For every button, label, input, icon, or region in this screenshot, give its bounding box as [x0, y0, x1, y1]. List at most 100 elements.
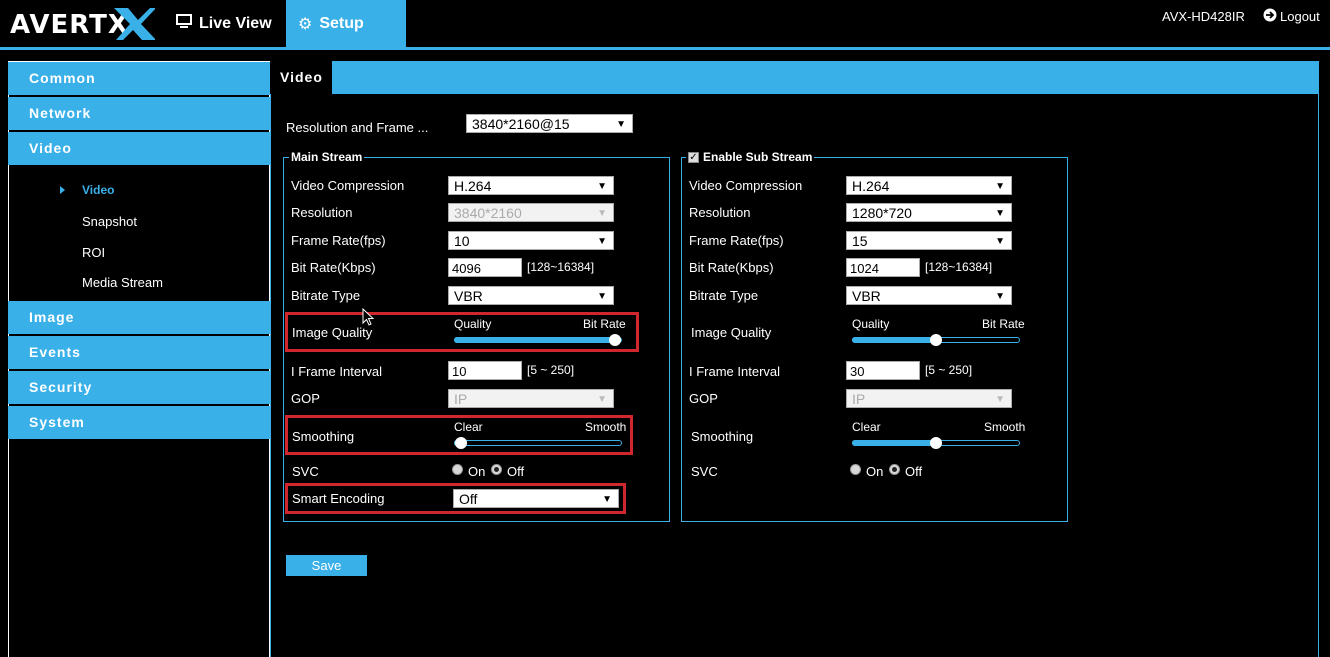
- dropdown-arrow-icon: ▼: [616, 119, 626, 130]
- sub-bit-rate-label: Bit Rate(Kbps): [689, 260, 774, 275]
- sub-svc-on-radio[interactable]: [850, 464, 861, 475]
- main-iframe-input[interactable]: 10: [448, 361, 522, 380]
- dropdown-arrow-icon: ▼: [597, 236, 607, 247]
- main-svc-on-radio[interactable]: [452, 464, 463, 475]
- sidebar-item-label: System: [29, 414, 85, 430]
- avertx-logo: AVERTX: [10, 4, 156, 44]
- sub-frame-rate-select[interactable]: 15 ▼: [846, 231, 1012, 250]
- sub-svc-on-label: On: [866, 464, 884, 479]
- sidebar-item-security[interactable]: Security: [8, 371, 270, 404]
- logout-button[interactable]: Logout: [1263, 8, 1320, 25]
- sidebar-item-video[interactable]: Video: [8, 132, 270, 165]
- select-value: 1280*720: [852, 205, 912, 221]
- select-value: Off: [459, 491, 478, 507]
- sidebar-item-image[interactable]: Image: [8, 301, 270, 334]
- sub-gop-select: IP ▼: [846, 389, 1012, 408]
- sub-bitrate-type-select[interactable]: VBR ▼: [846, 286, 1012, 305]
- tab-live-view[interactable]: Live View: [166, 0, 284, 47]
- dropdown-arrow-icon: ▼: [995, 291, 1005, 302]
- sub-gop-label: GOP: [689, 391, 718, 406]
- main-frame-rate-label: Frame Rate(fps): [291, 233, 386, 248]
- select-value: 3840*2160: [454, 205, 522, 221]
- main-resolution-label: Resolution: [291, 205, 353, 220]
- sub-smoothing-slider[interactable]: [852, 437, 1020, 449]
- device-model: AVX-HD428IR: [1162, 9, 1245, 24]
- sidebar-item-label: Network: [29, 105, 92, 121]
- sidebar-subitem-video[interactable]: Video: [82, 183, 114, 197]
- sub-video-compression-select[interactable]: H.264 ▼: [846, 176, 1012, 195]
- sub-smoothing-min-label: Clear: [852, 420, 881, 434]
- main-smart-encoding-label: Smart Encoding: [292, 491, 385, 506]
- slider-knob[interactable]: [930, 437, 942, 449]
- resolution-frame-value: 3840*2160@15: [472, 116, 570, 132]
- slider-fill: [454, 337, 614, 343]
- select-value: H.264: [454, 178, 492, 194]
- tab-live-view-label: Live View: [199, 14, 272, 32]
- main-video-compression-select[interactable]: H.264 ▼: [448, 176, 614, 195]
- main-bit-rate-label: Bit Rate(Kbps): [291, 260, 376, 275]
- sub-frame-rate-label: Frame Rate(fps): [689, 233, 784, 248]
- main-bit-rate-input[interactable]: 4096: [448, 258, 522, 277]
- dropdown-arrow-icon: ▼: [597, 181, 607, 192]
- dropdown-arrow-icon: ▼: [597, 208, 607, 219]
- main-resolution-select: 3840*2160 ▼: [448, 203, 614, 222]
- main-frame-rate-select[interactable]: 10 ▼: [448, 231, 614, 250]
- main-image-quality-min-label: Quality: [454, 317, 492, 331]
- slider-fill: [852, 337, 935, 343]
- sub-resolution-select[interactable]: 1280*720 ▼: [846, 203, 1012, 222]
- main-smoothing-slider[interactable]: [454, 437, 622, 449]
- sidebar-item-common[interactable]: Common: [8, 62, 270, 95]
- sub-image-quality-min-label: Quality: [852, 317, 890, 331]
- enable-sub-stream-label: Enable Sub Stream: [703, 150, 813, 164]
- tab-setup[interactable]: ⚙ Setup: [286, 0, 406, 48]
- sidebar-item-label: Security: [29, 379, 93, 395]
- sidebar-item-network[interactable]: Network: [8, 97, 270, 130]
- resolution-frame-select[interactable]: 3840*2160@15 ▼: [466, 114, 633, 133]
- slider-knob[interactable]: [930, 334, 942, 346]
- main-smart-encoding-select[interactable]: Off ▼: [453, 489, 619, 508]
- slider-knob[interactable]: [455, 437, 467, 449]
- main-image-quality-slider[interactable]: [454, 334, 622, 346]
- sub-svc-off-radio[interactable]: [889, 464, 900, 475]
- sub-iframe-range: [5 ~ 250]: [925, 363, 973, 377]
- sidebar-item-label: Video: [29, 140, 72, 156]
- select-value: VBR: [852, 288, 881, 304]
- sidebar-item-events[interactable]: Events: [8, 336, 270, 369]
- sidebar-item-system[interactable]: System: [8, 406, 270, 439]
- main-video-compression-label: Video Compression: [291, 178, 405, 193]
- tab-video[interactable]: Video: [270, 61, 332, 94]
- save-button[interactable]: Save: [286, 555, 367, 576]
- main-iframe-label: I Frame Interval: [291, 364, 383, 379]
- sub-bit-rate-input[interactable]: 1024: [846, 258, 920, 277]
- main-svc-off-radio[interactable]: [491, 464, 502, 475]
- main-svc-on-label: On: [468, 464, 486, 479]
- sub-iframe-input[interactable]: 30: [846, 361, 920, 380]
- mouse-cursor-icon: [362, 307, 376, 333]
- sidebar-item-label: Image: [29, 309, 75, 325]
- dropdown-arrow-icon: ▼: [602, 494, 612, 505]
- logo-text: AVERTX: [10, 10, 129, 40]
- tab-setup-label: Setup: [319, 15, 364, 32]
- main-bitrate-type-select[interactable]: VBR ▼: [448, 286, 614, 305]
- dropdown-arrow-icon: ▼: [995, 181, 1005, 192]
- enable-sub-stream-checkbox[interactable]: ✓: [688, 151, 699, 163]
- sidebar-subitem-snapshot[interactable]: Snapshot: [82, 214, 137, 229]
- slider-knob[interactable]: [609, 334, 621, 346]
- top-bar-divider: [0, 47, 1330, 50]
- sub-image-quality-max-label: Bit Rate: [982, 317, 1025, 331]
- main-bitrate-type-label: Bitrate Type: [291, 288, 361, 303]
- sub-image-quality-slider[interactable]: [852, 334, 1020, 346]
- monitor-icon: [176, 13, 192, 34]
- logout-label: Logout: [1280, 9, 1320, 24]
- dropdown-arrow-icon: ▼: [995, 208, 1005, 219]
- main-gop-select: IP ▼: [448, 389, 614, 408]
- main-bit-rate-range: [128~16384]: [527, 260, 595, 274]
- dropdown-arrow-icon: ▼: [995, 394, 1005, 405]
- sub-bitrate-type-label: Bitrate Type: [689, 288, 759, 303]
- sub-resolution-label: Resolution: [689, 205, 751, 220]
- sidebar-subitem-roi[interactable]: ROI: [82, 245, 105, 260]
- main-image-quality-max-label: Bit Rate: [583, 317, 626, 331]
- dropdown-arrow-icon: ▼: [597, 291, 607, 302]
- sidebar-subitem-media-stream[interactable]: Media Stream: [82, 275, 163, 290]
- main-smoothing-max-label: Smooth: [585, 420, 627, 434]
